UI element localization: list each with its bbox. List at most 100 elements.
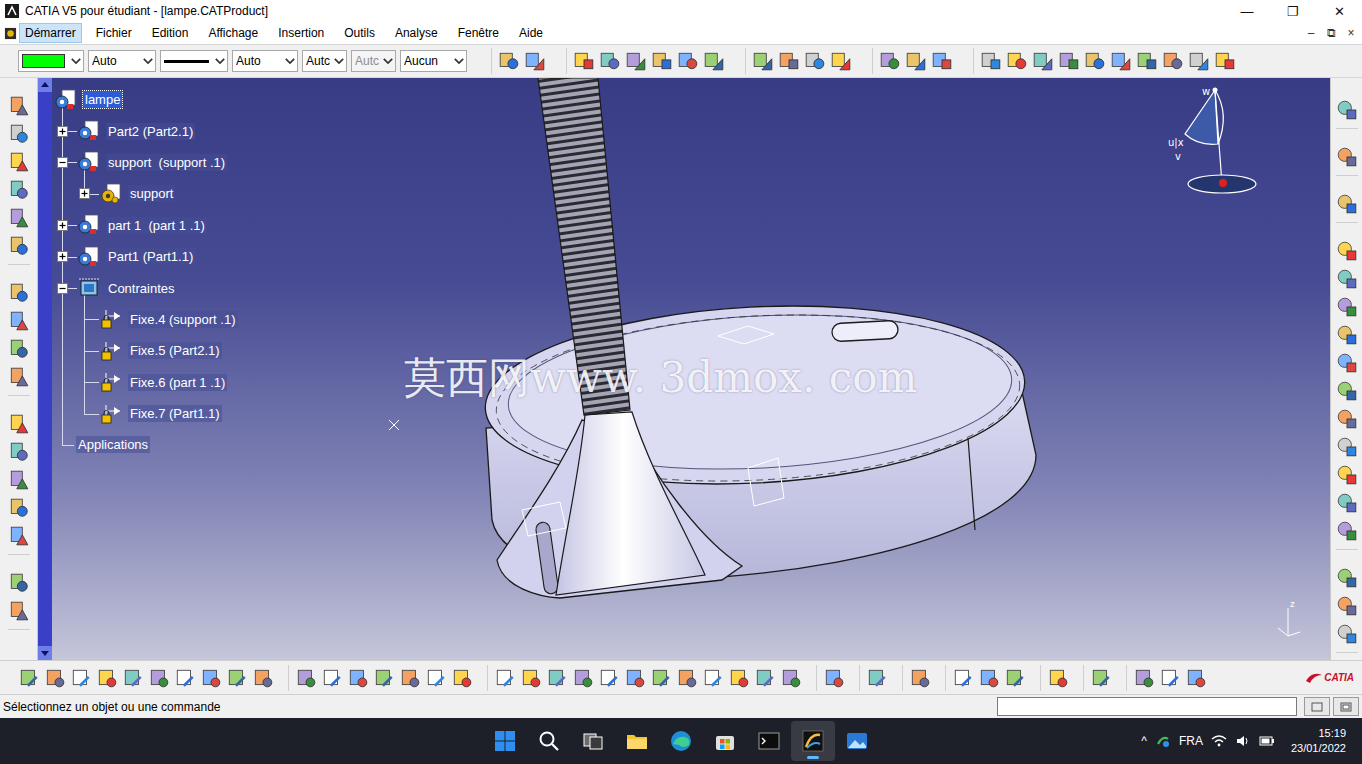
- tool-icon[interactable]: [1336, 296, 1358, 318]
- tree-item-label[interactable]: support: [128, 185, 175, 202]
- tree-item-label[interactable]: lampe: [83, 91, 122, 108]
- document-control-button[interactable]: ⧉: [1324, 26, 1338, 40]
- catia-menu-icon[interactable]: [4, 27, 17, 40]
- tool-icon[interactable]: [494, 667, 516, 689]
- expand-toggle-icon[interactable]: [57, 220, 68, 231]
- tool-icon[interactable]: [8, 310, 30, 332]
- tool-icon[interactable]: [1336, 492, 1358, 514]
- taskbar-app[interactable]: [791, 721, 835, 761]
- menu-item[interactable]: Analyse: [389, 23, 444, 43]
- tool-icon[interactable]: [1336, 99, 1358, 121]
- tree-item[interactable]: Fixe.6 (part 1 .1): [52, 367, 238, 398]
- menu-item[interactable]: Affichage: [202, 23, 264, 43]
- tool-icon[interactable]: [1336, 436, 1358, 458]
- tool-icon[interactable]: [702, 667, 724, 689]
- menu-item[interactable]: Edition: [146, 23, 195, 43]
- taskbar-app[interactable]: [835, 721, 879, 761]
- tree-item-label[interactable]: Fixe.4 (support .1): [128, 311, 238, 328]
- property-dropdown[interactable]: Auto: [88, 50, 156, 72]
- tool-icon[interactable]: [425, 667, 447, 689]
- menu-item[interactable]: Démarrer: [19, 23, 82, 43]
- tool-icon[interactable]: [754, 667, 776, 689]
- tool-icon[interactable]: [1336, 324, 1358, 346]
- status-button[interactable]: [1304, 697, 1330, 716]
- tool-icon[interactable]: [931, 50, 953, 72]
- window-control-button[interactable]: ✕: [1316, 0, 1362, 22]
- tool-icon[interactable]: [1336, 408, 1358, 430]
- command-input[interactable]: [997, 697, 1297, 716]
- tool-icon[interactable]: [1162, 50, 1184, 72]
- tool-icon[interactable]: [1188, 50, 1210, 72]
- tree-item-label[interactable]: Fixe.6 (part 1 .1): [128, 374, 227, 391]
- property-dropdown[interactable]: [160, 50, 228, 72]
- tree-item-label[interactable]: Fixe.7 (Part1.1): [128, 405, 222, 422]
- document-control-button[interactable]: ×: [1344, 26, 1358, 40]
- tool-icon[interactable]: [44, 667, 66, 689]
- tool-icon[interactable]: [1110, 50, 1132, 72]
- tree-item[interactable]: lampe: [52, 84, 238, 115]
- tool-icon[interactable]: [8, 525, 30, 547]
- tool-icon[interactable]: [96, 667, 118, 689]
- menu-item[interactable]: Outils: [338, 23, 381, 43]
- tool-icon[interactable]: [1336, 380, 1358, 402]
- tool-icon[interactable]: [200, 667, 222, 689]
- tree-scrollbar[interactable]: [38, 78, 52, 660]
- tool-icon[interactable]: [8, 413, 30, 435]
- canvas[interactable]: lampePart2 (Part2.1)support (support .1)…: [52, 78, 1330, 660]
- tool-icon[interactable]: [148, 667, 170, 689]
- tool-icon[interactable]: [909, 667, 931, 689]
- property-dropdown[interactable]: [18, 50, 84, 72]
- window-control-button[interactable]: —: [1224, 0, 1270, 22]
- tool-icon[interactable]: [451, 667, 473, 689]
- tool-icon[interactable]: [8, 282, 30, 304]
- tool-icon[interactable]: [752, 50, 774, 72]
- tool-icon[interactable]: [804, 50, 826, 72]
- tool-icon[interactable]: [8, 600, 30, 622]
- tree-item[interactable]: part 1 (part 1 .1): [52, 210, 238, 241]
- tool-icon[interactable]: [8, 469, 30, 491]
- tool-icon[interactable]: [8, 366, 30, 388]
- tool-icon[interactable]: [651, 50, 673, 72]
- window-control-button[interactable]: ❐: [1270, 0, 1316, 22]
- tool-icon[interactable]: [905, 50, 927, 72]
- tool-icon[interactable]: [703, 50, 725, 72]
- tool-icon[interactable]: [598, 667, 620, 689]
- tool-icon[interactable]: [8, 338, 30, 360]
- tool-icon[interactable]: [8, 179, 30, 201]
- tool-icon[interactable]: [1047, 667, 1069, 689]
- tree-item[interactable]: Fixe.7 (Part1.1): [52, 398, 238, 429]
- sync-icon[interactable]: [1155, 733, 1171, 749]
- taskbar-app[interactable]: [527, 721, 571, 761]
- expand-toggle-icon[interactable]: [57, 283, 68, 294]
- tray-overflow-button[interactable]: ^: [1141, 734, 1147, 748]
- tool-icon[interactable]: [1336, 520, 1358, 542]
- tool-icon[interactable]: [866, 667, 888, 689]
- tool-icon[interactable]: [952, 667, 974, 689]
- property-dropdown[interactable]: Autc: [351, 50, 396, 72]
- tool-icon[interactable]: [1336, 567, 1358, 589]
- property-dropdown[interactable]: Autc: [302, 50, 347, 72]
- tool-icon[interactable]: [546, 667, 568, 689]
- tool-icon[interactable]: [1133, 667, 1155, 689]
- tree-item-label[interactable]: part 1 (part 1 .1): [106, 217, 207, 234]
- arrow-up-icon[interactable]: [38, 78, 52, 92]
- tool-icon[interactable]: [879, 50, 901, 72]
- expand-toggle-icon[interactable]: [57, 251, 68, 262]
- tool-icon[interactable]: [1090, 667, 1112, 689]
- tool-icon[interactable]: [1336, 623, 1358, 645]
- tree-item-label[interactable]: Fixe.5 (Part2.1): [128, 342, 222, 359]
- tool-icon[interactable]: [1004, 667, 1026, 689]
- battery-icon[interactable]: [1259, 733, 1275, 749]
- tool-icon[interactable]: [8, 497, 30, 519]
- tool-icon[interactable]: [650, 667, 672, 689]
- tool-icon[interactable]: [1336, 146, 1358, 168]
- tool-icon[interactable]: [252, 667, 274, 689]
- tool-icon[interactable]: [18, 667, 40, 689]
- tool-icon[interactable]: [778, 50, 800, 72]
- menu-item[interactable]: Fichier: [90, 23, 138, 43]
- tool-icon[interactable]: [1336, 268, 1358, 290]
- tool-icon[interactable]: [8, 572, 30, 594]
- taskbar-app[interactable]: [703, 721, 747, 761]
- tool-icon[interactable]: [1336, 352, 1358, 374]
- tree-item[interactable]: Fixe.4 (support .1): [52, 304, 238, 335]
